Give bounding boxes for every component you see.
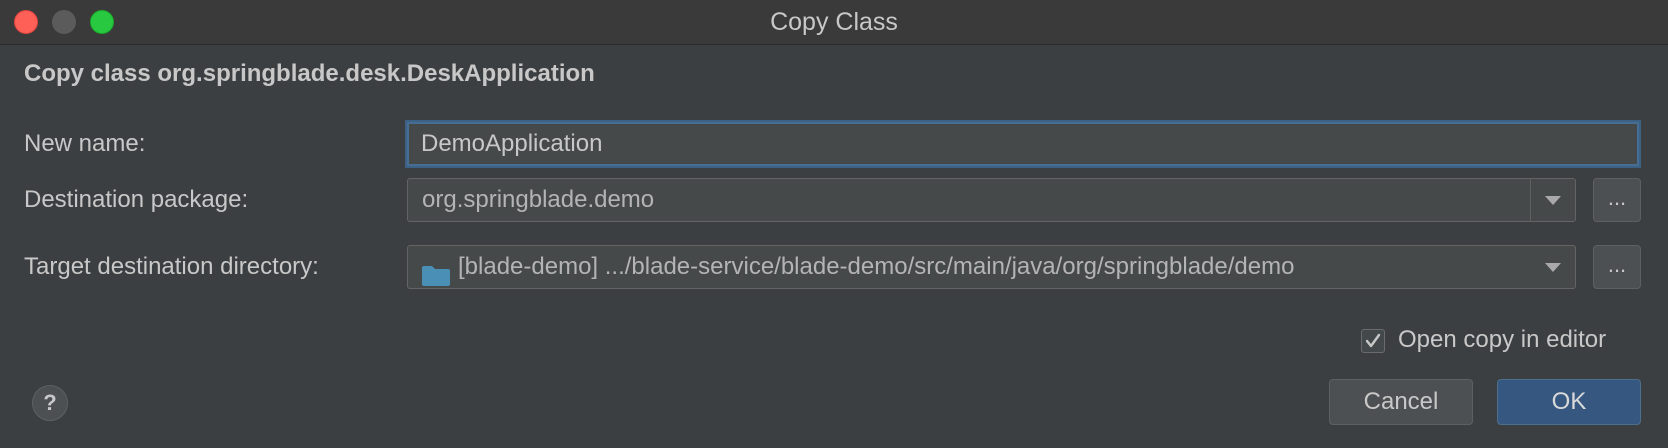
- destination-package-value: org.springblade.demo: [422, 186, 655, 213]
- chevron-down-icon[interactable]: [1545, 263, 1561, 272]
- combo-separator: [1530, 179, 1531, 221]
- dialog-heading: Copy class org.springblade.desk.DeskAppl…: [24, 60, 595, 87]
- target-directory-combo[interactable]: [blade-demo] .../blade-service/blade-dem…: [407, 245, 1576, 289]
- ok-button[interactable]: OK: [1497, 379, 1641, 425]
- new-name-label: New name:: [24, 130, 146, 157]
- target-directory-label: Target destination directory:: [24, 253, 319, 280]
- checkmark-icon: [1365, 333, 1381, 348]
- chevron-down-icon[interactable]: [1545, 196, 1561, 205]
- open-in-editor-checkbox[interactable]: [1361, 329, 1385, 353]
- destination-package-label: Destination package:: [24, 186, 249, 213]
- cancel-button[interactable]: Cancel: [1329, 379, 1473, 425]
- folder-icon: [422, 258, 450, 286]
- title-bar: Copy Class: [0, 0, 1668, 45]
- window-title: Copy Class: [770, 8, 898, 36]
- new-name-input[interactable]: DemoApplication: [407, 122, 1639, 166]
- help-button[interactable]: ?: [32, 385, 68, 421]
- open-in-editor-label[interactable]: Open copy in editor: [1398, 326, 1606, 354]
- destination-package-combo[interactable]: org.springblade.demo: [407, 178, 1576, 222]
- destination-package-browse-button[interactable]: ...: [1593, 178, 1641, 222]
- target-directory-value: [blade-demo] .../blade-service/blade-dem…: [458, 253, 1295, 280]
- target-directory-browse-button[interactable]: ...: [1593, 245, 1641, 289]
